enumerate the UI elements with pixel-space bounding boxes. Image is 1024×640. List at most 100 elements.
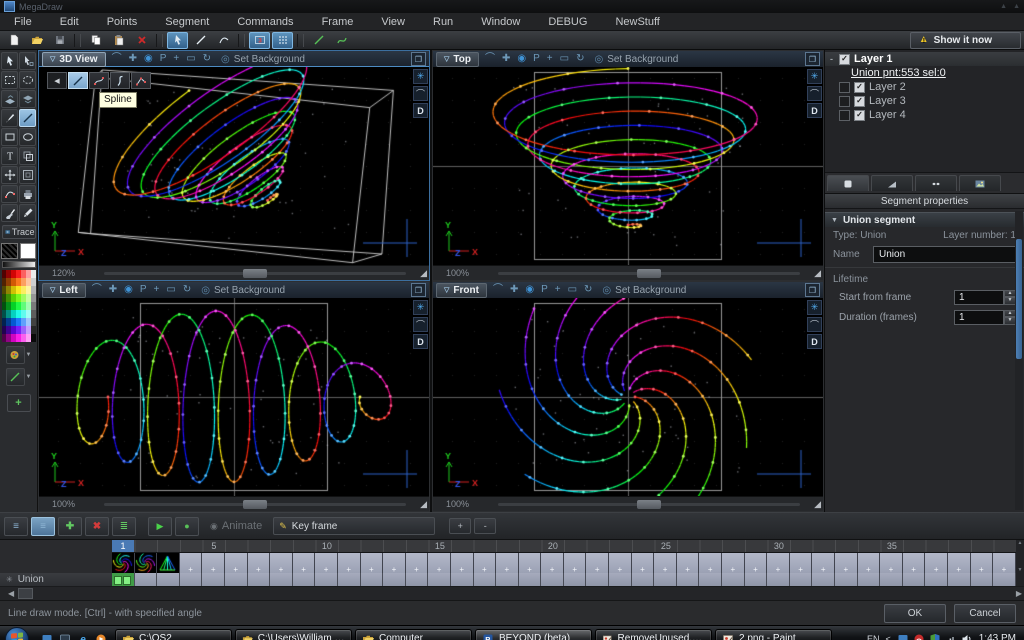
track-cell[interactable] <box>496 573 519 586</box>
rotate-view-icon[interactable]: ⌒ <box>112 54 122 64</box>
point-mode-icon[interactable]: P <box>541 285 548 295</box>
track-cell[interactable] <box>383 573 406 586</box>
segment-row-selected[interactable]: Union pnt:553 sel:0 <box>825 66 1024 80</box>
timeline-view-list-button[interactable]: ≡ <box>4 517 28 536</box>
frame-thumbnail-2[interactable] <box>135 553 158 573</box>
frame-bounds-tool-button[interactable] <box>19 166 36 184</box>
track-cell[interactable] <box>993 573 1016 586</box>
pen-tool-button[interactable] <box>19 204 36 222</box>
rotate-handle-icon[interactable]: ⌒ <box>413 317 428 332</box>
keyframe-remove-button[interactable]: - <box>474 518 496 534</box>
frame-cell[interactable]: + <box>564 553 587 573</box>
pan-view-icon[interactable]: ✚ <box>129 54 137 64</box>
mirror-layer-tool-button[interactable] <box>19 90 36 108</box>
track-cell[interactable] <box>564 573 587 586</box>
maximize-icon[interactable]: ▲ <box>1013 3 1020 10</box>
timeline-ruler[interactable]: 15101520253035 <box>112 540 1016 553</box>
track-cell[interactable] <box>361 573 384 586</box>
zoom-view-icon[interactable]: ◉ <box>124 285 133 295</box>
track-cell[interactable] <box>745 573 768 586</box>
foreground-color-swatch[interactable] <box>20 243 37 259</box>
open-file-button[interactable] <box>26 32 47 49</box>
track-cell[interactable] <box>293 573 316 586</box>
frame-cell[interactable]: + <box>338 553 361 573</box>
line-tool-button[interactable] <box>190 32 211 49</box>
tab-points[interactable] <box>915 175 957 191</box>
track-cell[interactable] <box>202 573 225 586</box>
minimize-icon[interactable]: ▲ <box>1000 3 1007 10</box>
viewport-canvas-vleft[interactable]: ✳⌒D <box>39 298 429 496</box>
track-cell[interactable] <box>225 573 248 586</box>
tray-expand-icon[interactable]: < <box>885 634 890 640</box>
rect-zoom-icon[interactable]: ▭ <box>186 54 195 64</box>
track-cell[interactable] <box>971 573 994 586</box>
frame-cell[interactable]: + <box>519 553 542 573</box>
point-grid-button[interactable] <box>272 32 293 49</box>
rect-zoom-icon[interactable]: ▭ <box>560 54 569 64</box>
pan-view-icon[interactable]: ✚ <box>502 54 510 64</box>
duplicate-tool-button[interactable] <box>19 147 36 165</box>
track-cell[interactable] <box>790 573 813 586</box>
tab-segment[interactable] <box>827 175 869 191</box>
snowflake-icon[interactable]: ✳ <box>807 69 822 84</box>
rotate-handle-icon[interactable]: ⌒ <box>413 86 428 101</box>
track-cell[interactable] <box>519 573 542 586</box>
volume-tray-icon[interactable] <box>961 633 973 640</box>
paste-button[interactable] <box>108 32 129 49</box>
layer-solo-checkbox[interactable] <box>839 82 850 93</box>
flyout-line-button[interactable] <box>68 72 88 89</box>
viewport-zoom-slider[interactable] <box>104 272 406 275</box>
new-file-button[interactable] <box>3 32 24 49</box>
window-switcher-icon[interactable] <box>57 631 72 640</box>
layer-row[interactable]: ✓Layer 4 <box>825 108 1024 122</box>
frame-cell[interactable]: + <box>225 553 248 573</box>
snowflake-icon[interactable]: ✳ <box>807 300 822 315</box>
viewport-maximize-button[interactable]: ❐ <box>805 283 820 297</box>
background-color-swatch[interactable] <box>1 243 18 259</box>
frame-cell[interactable]: + <box>880 553 903 573</box>
taskbar-button[interactable]: C:\Users\William Be... <box>235 629 352 640</box>
track-cell[interactable] <box>270 573 293 586</box>
depth-toggle[interactable]: D <box>413 334 428 349</box>
menu-segment[interactable]: Segment <box>151 15 223 29</box>
rect-zoom-icon[interactable]: ▭ <box>568 285 577 295</box>
frame-cell[interactable]: + <box>496 553 519 573</box>
freehand-tool-button[interactable] <box>1 109 18 127</box>
track-cell[interactable] <box>699 573 722 586</box>
viewport-zoom-slider[interactable] <box>104 503 406 506</box>
color-palette[interactable] <box>2 270 36 342</box>
line-draw-tool-button[interactable] <box>19 109 36 127</box>
flip-layer-tool-button[interactable] <box>1 90 18 108</box>
taskbar-button[interactable]: BBEYOND (beta) <box>475 629 592 640</box>
palette-dropdown-icon[interactable]: ▼ <box>26 352 32 358</box>
track-cell[interactable] <box>812 573 835 586</box>
duration-input[interactable]: 1 <box>954 310 1004 325</box>
tab-shape[interactable] <box>871 175 913 191</box>
move-tool-button[interactable] <box>1 166 18 184</box>
frame-cell[interactable]: + <box>315 553 338 573</box>
taskbar-button[interactable]: 2.png - Paint <box>715 629 832 640</box>
show-desktop-icon[interactable] <box>39 631 54 640</box>
frame-cell[interactable]: + <box>428 553 451 573</box>
copy-button[interactable] <box>85 32 106 49</box>
layer-visible-checkbox[interactable]: ✓ <box>839 54 850 65</box>
orbit-view-icon[interactable]: ↻ <box>584 285 592 295</box>
expander-icon[interactable]: - <box>828 54 835 64</box>
viewport-maximize-button[interactable]: ❐ <box>411 283 426 297</box>
rotate-view-icon[interactable]: ⌒ <box>485 54 495 64</box>
start-button[interactable] <box>5 627 29 640</box>
add-point-icon[interactable]: + <box>154 285 160 295</box>
track-cells[interactable] <box>112 573 1016 586</box>
flyout-collapse-button[interactable]: ◀ <box>47 72 67 89</box>
frame-cell[interactable]: + <box>609 553 632 573</box>
frame-cell[interactable]: + <box>993 553 1016 573</box>
track-cell[interactable] <box>315 573 338 586</box>
frame-cell[interactable]: + <box>812 553 835 573</box>
delete-button[interactable] <box>131 32 152 49</box>
track-cell[interactable] <box>248 573 271 586</box>
track-keyframe-cell[interactable] <box>112 573 135 586</box>
layer-solo-checkbox[interactable] <box>839 110 850 121</box>
depth-toggle[interactable]: D <box>807 103 822 118</box>
ellipse-tool-button[interactable] <box>19 128 36 146</box>
frame-thumbnail-3[interactable] <box>157 553 180 573</box>
